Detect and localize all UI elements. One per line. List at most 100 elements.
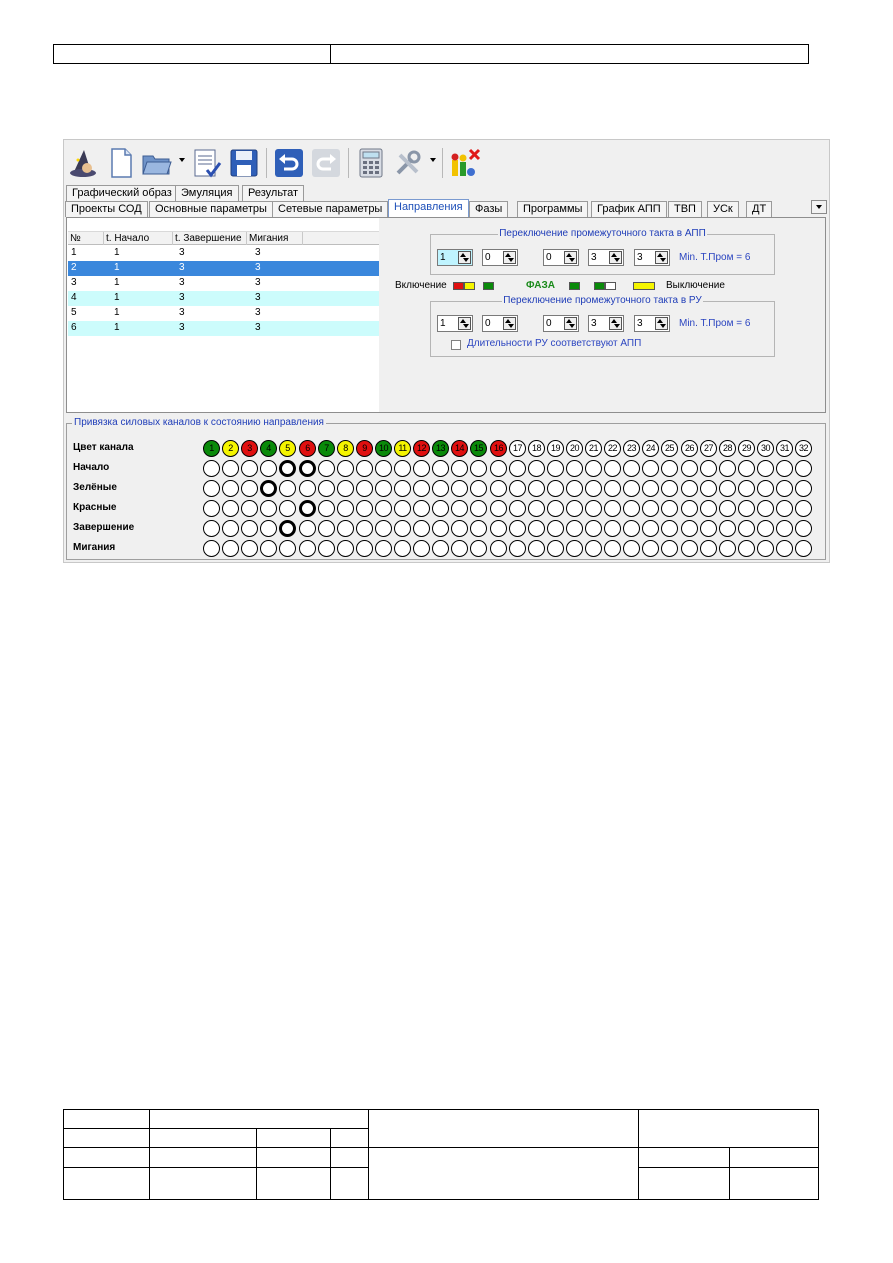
channel-toggle[interactable] — [413, 460, 430, 477]
channel-toggle[interactable] — [547, 480, 564, 497]
channel-toggle[interactable] — [375, 480, 392, 497]
tab-sod-projects[interactable]: Проекты СОД — [65, 201, 148, 217]
tab-app-schedule[interactable]: График АПП — [591, 201, 667, 217]
channel-color-1[interactable]: 1 — [203, 440, 220, 457]
channel-toggle[interactable] — [432, 500, 449, 517]
channel-toggle[interactable] — [337, 500, 354, 517]
channel-toggle[interactable] — [661, 480, 678, 497]
channel-toggle[interactable] — [375, 540, 392, 557]
channel-toggle[interactable] — [547, 520, 564, 537]
channel-toggle[interactable] — [299, 460, 316, 477]
channel-toggle[interactable] — [394, 520, 411, 537]
channel-toggle[interactable] — [681, 540, 698, 557]
channel-toggle[interactable] — [719, 500, 736, 517]
channel-toggle[interactable] — [260, 540, 277, 557]
channel-toggle[interactable] — [203, 520, 220, 537]
channel-toggle[interactable] — [260, 480, 277, 497]
channel-toggle[interactable] — [260, 520, 277, 537]
channel-toggle[interactable] — [318, 480, 335, 497]
channel-toggle[interactable] — [490, 520, 507, 537]
channel-toggle[interactable] — [490, 460, 507, 477]
channel-toggle[interactable] — [604, 520, 621, 537]
channel-toggle[interactable] — [719, 540, 736, 557]
channel-toggle[interactable] — [241, 480, 258, 497]
channel-toggle[interactable] — [795, 480, 812, 497]
column-header-blinks[interactable]: Мигания — [247, 232, 303, 245]
channel-toggle[interactable] — [604, 500, 621, 517]
table-row[interactable]: 1 1 3 3 — [68, 246, 379, 261]
tab-directions[interactable]: Направления — [388, 199, 469, 217]
channel-color-19[interactable]: 19 — [547, 440, 564, 457]
tab-graphic-image[interactable]: Графический образ — [66, 185, 178, 201]
channel-toggle[interactable] — [470, 500, 487, 517]
table-row[interactable]: 2 1 3 3 — [68, 261, 379, 276]
channel-toggle[interactable] — [681, 520, 698, 537]
channel-toggle[interactable] — [356, 480, 373, 497]
spin-arrows-icon[interactable] — [458, 317, 471, 330]
channel-color-28[interactable]: 28 — [719, 440, 736, 457]
new-document-icon[interactable] — [104, 146, 138, 180]
channel-toggle[interactable] — [375, 500, 392, 517]
save-icon[interactable] — [227, 146, 261, 180]
ru-spin-2[interactable]: 0 — [482, 315, 518, 332]
channel-toggle[interactable] — [642, 500, 659, 517]
channel-toggle[interactable] — [451, 480, 468, 497]
channel-toggle[interactable] — [585, 540, 602, 557]
channel-toggle[interactable] — [509, 540, 526, 557]
channel-toggle[interactable] — [375, 460, 392, 477]
channel-toggle[interactable] — [642, 540, 659, 557]
channel-color-17[interactable]: 17 — [509, 440, 526, 457]
channel-toggle[interactable] — [413, 480, 430, 497]
channel-toggle[interactable] — [299, 500, 316, 517]
channel-toggle[interactable] — [547, 540, 564, 557]
channel-toggle[interactable] — [604, 540, 621, 557]
ru-matches-app-label[interactable]: Длительности РУ соответствуют АПП — [467, 338, 641, 349]
spin-arrows-icon[interactable] — [458, 251, 471, 264]
channel-color-20[interactable]: 20 — [566, 440, 583, 457]
channel-toggle[interactable] — [738, 500, 755, 517]
tab-tvp[interactable]: ТВП — [668, 201, 702, 217]
ru-matches-app-checkbox[interactable] — [451, 340, 461, 350]
column-header-number[interactable]: № — [68, 232, 104, 245]
channel-toggle[interactable] — [681, 500, 698, 517]
channel-color-5[interactable]: 5 — [279, 440, 296, 457]
channel-toggle[interactable] — [738, 480, 755, 497]
channel-color-26[interactable]: 26 — [681, 440, 698, 457]
channel-toggle[interactable] — [795, 520, 812, 537]
channel-toggle[interactable] — [776, 520, 793, 537]
channel-toggle[interactable] — [509, 520, 526, 537]
channel-toggle[interactable] — [642, 460, 659, 477]
channel-toggle[interactable] — [318, 460, 335, 477]
channel-toggle[interactable] — [623, 540, 640, 557]
tab-phases[interactable]: Фазы — [469, 201, 509, 217]
column-header-end[interactable]: t. Завершение — [173, 232, 247, 245]
tools-icon[interactable] — [391, 146, 425, 180]
channel-toggle[interactable] — [337, 460, 354, 477]
channel-color-10[interactable]: 10 — [375, 440, 392, 457]
channel-toggle[interactable] — [222, 540, 239, 557]
channel-toggle[interactable] — [566, 500, 583, 517]
traffic-lights-icon[interactable] — [448, 146, 482, 180]
spin-arrows-icon[interactable] — [655, 317, 668, 330]
channel-toggle[interactable] — [681, 480, 698, 497]
channel-toggle[interactable] — [318, 520, 335, 537]
channel-color-11[interactable]: 11 — [394, 440, 411, 457]
channel-toggle[interactable] — [528, 460, 545, 477]
channel-color-14[interactable]: 14 — [451, 440, 468, 457]
channel-toggle[interactable] — [623, 460, 640, 477]
channel-color-23[interactable]: 23 — [623, 440, 640, 457]
channel-toggle[interactable] — [719, 460, 736, 477]
channel-toggle[interactable] — [451, 500, 468, 517]
channel-color-9[interactable]: 9 — [356, 440, 373, 457]
channel-toggle[interactable] — [795, 460, 812, 477]
channel-color-30[interactable]: 30 — [757, 440, 774, 457]
channel-toggle[interactable] — [719, 480, 736, 497]
channel-toggle[interactable] — [451, 460, 468, 477]
channel-toggle[interactable] — [356, 520, 373, 537]
channel-toggle[interactable] — [490, 480, 507, 497]
channel-toggle[interactable] — [585, 520, 602, 537]
channel-toggle[interactable] — [337, 520, 354, 537]
channel-toggle[interactable] — [299, 540, 316, 557]
channel-color-2[interactable]: 2 — [222, 440, 239, 457]
channel-toggle[interactable] — [470, 540, 487, 557]
